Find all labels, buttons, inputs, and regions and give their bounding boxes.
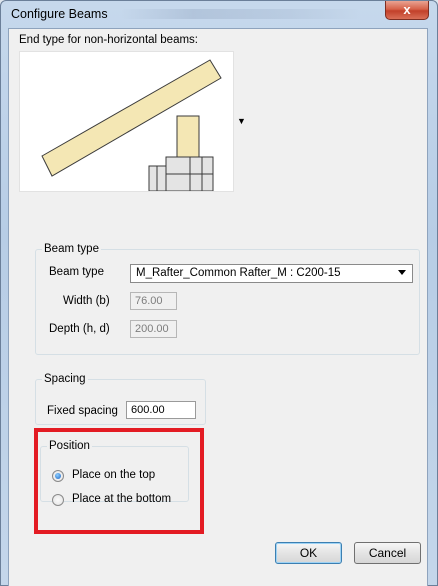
depth-field[interactable]: 200.00	[130, 320, 177, 338]
title-bar[interactable]: Configure Beams x	[1, 1, 437, 29]
depth-label: Depth (h, d)	[49, 323, 110, 335]
chevron-down-icon	[398, 270, 406, 275]
beam-type-label: Beam type	[49, 266, 104, 278]
beam-type-selected-value: M_Rafter_Common Rafter_M : C200-15	[136, 267, 341, 279]
end-type-dropdown-icon[interactable]: ▼	[237, 117, 246, 126]
rafter-end-illustration	[41, 59, 222, 191]
width-label: Width (b)	[63, 295, 110, 307]
beam-type-select[interactable]: M_Rafter_Common Rafter_M : C200-15	[130, 264, 413, 283]
close-button[interactable]: x	[385, 1, 429, 20]
fixed-spacing-label: Fixed spacing	[47, 405, 118, 417]
width-field[interactable]: 76.00	[130, 292, 177, 310]
title-bar-reflection	[121, 9, 361, 19]
ok-button[interactable]: OK	[275, 542, 342, 564]
beam-type-legend: Beam type	[44, 243, 99, 255]
close-icon: x	[403, 2, 411, 17]
end-type-label: End type for non-horizontal beams:	[19, 34, 198, 46]
end-type-preview[interactable]	[19, 51, 234, 192]
position-highlight-box	[34, 428, 204, 534]
post-shape	[176, 115, 200, 158]
fixed-spacing-field[interactable]: 600.00	[126, 401, 196, 419]
dialog-title: Configure Beams	[11, 7, 108, 21]
spacing-legend: Spacing	[44, 373, 86, 385]
cancel-button[interactable]: Cancel	[354, 542, 421, 564]
